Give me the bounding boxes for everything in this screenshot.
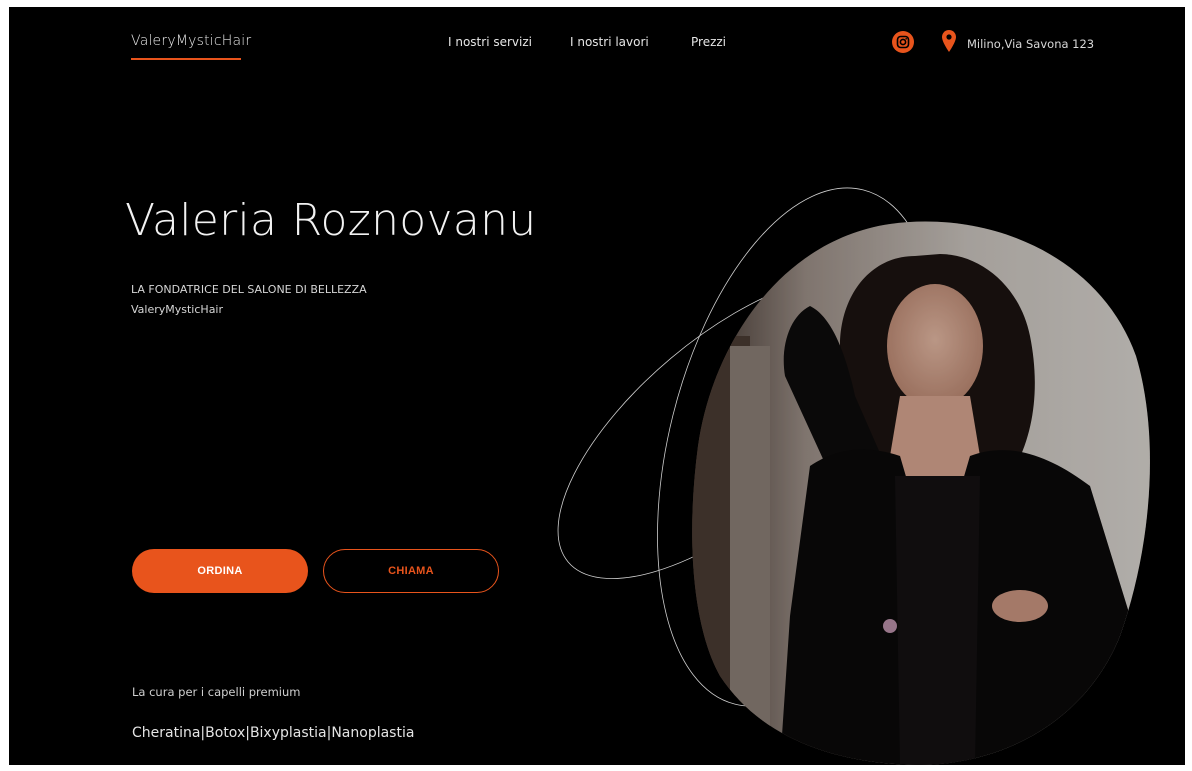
site-logo[interactable]: ValeryMysticHair (131, 33, 251, 49)
call-button[interactable]: CHIAMA (323, 549, 499, 593)
services-list: Cheratina|Botox|Bixyplastia|Nanoplastia (132, 725, 415, 741)
nav-servizi[interactable]: I nostri servizi (448, 35, 532, 49)
nav-lavori[interactable]: I nostri lavori (570, 35, 649, 49)
location-pin-icon (942, 30, 956, 52)
logo-underline (131, 58, 241, 60)
founder-portrait (692, 221, 1150, 765)
instagram-icon[interactable] (892, 31, 914, 53)
salon-address: Milino,Via Savona 123 (967, 37, 1095, 51)
founder-name: Valeria Roznovanu (125, 195, 537, 246)
order-button[interactable]: ORDINA (132, 549, 308, 593)
founder-subtitle: LA FONDATRICE DEL SALONE DI BELLEZZA Val… (131, 280, 367, 320)
tagline: La cura per i capelli premium (132, 685, 301, 699)
subtitle-line-1: LA FONDATRICE DEL SALONE DI BELLEZZA (131, 283, 367, 296)
nav-prezzi[interactable]: Prezzi (691, 35, 726, 49)
landing-page: ValeryMysticHair I nostri servizi I nost… (9, 7, 1185, 765)
subtitle-line-2: ValeryMysticHair (131, 303, 224, 316)
